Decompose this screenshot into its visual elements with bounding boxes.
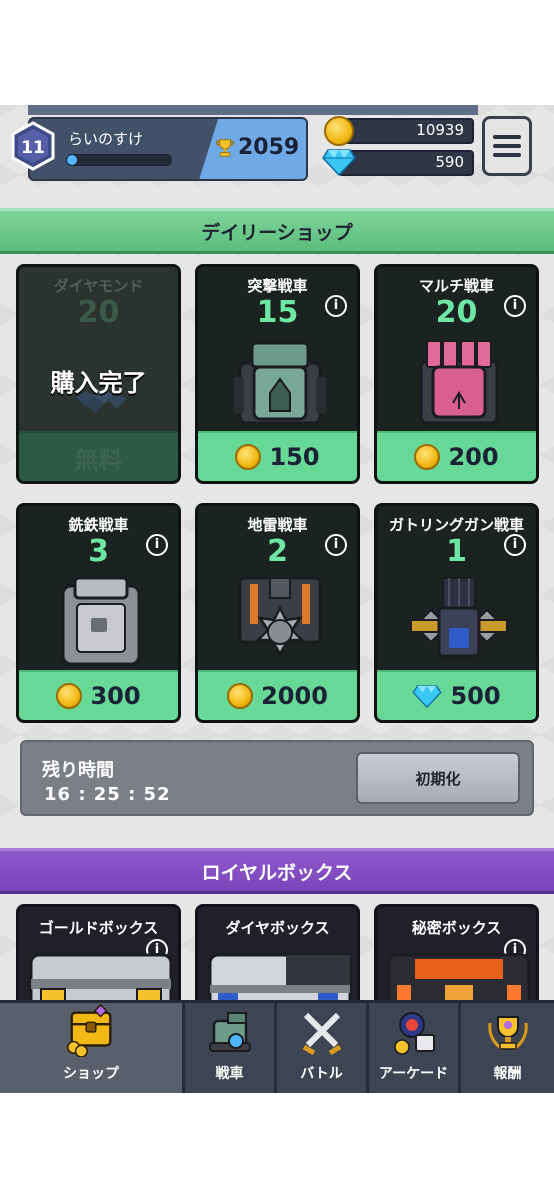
nav-tab-arcade[interactable]: アーケード bbox=[369, 1003, 461, 1093]
trophy-laurel-icon bbox=[487, 1016, 528, 1051]
item-name: マルチ戦車 bbox=[418, 277, 494, 295]
price-button[interactable]: 2000 bbox=[198, 670, 357, 720]
box-name: 秘密ボックス bbox=[411, 919, 502, 937]
sold-out-label: 購入完了 bbox=[50, 369, 147, 397]
info-icon[interactable]: i bbox=[504, 534, 526, 556]
level-number: 11 bbox=[21, 138, 45, 158]
level-hexagon-icon: 11 bbox=[11, 121, 55, 171]
level-badge[interactable]: 11 bbox=[8, 121, 58, 171]
xp-bar bbox=[66, 154, 172, 166]
gem-amount: 590 bbox=[435, 153, 464, 171]
item-name: 突撃戦車 bbox=[247, 277, 308, 295]
price-text: 2000 bbox=[261, 682, 328, 710]
mine-tank-icon bbox=[238, 576, 322, 657]
xp-fill bbox=[67, 155, 78, 165]
shop-item-gatling-tank[interactable]: ガトリングガン戦車 1 i 500 bbox=[374, 503, 539, 723]
price-text: 200 bbox=[448, 443, 499, 471]
info-icon[interactable]: i bbox=[325, 534, 347, 556]
nav-tab-battle[interactable]: バトル bbox=[277, 1003, 369, 1093]
coin-icon bbox=[414, 444, 441, 470]
shop-item-diamond[interactable]: ダイヤモンド 20 購入完了 無料 bbox=[16, 264, 181, 484]
screen-bottom bbox=[0, 1093, 554, 1200]
price-text: 300 bbox=[90, 682, 141, 710]
arcade-icon bbox=[393, 1012, 435, 1055]
secret-box-card[interactable]: 秘密ボックス i bbox=[374, 904, 539, 1014]
item-name: ガトリングガン戦車 bbox=[388, 516, 524, 534]
gold-box-card[interactable]: ゴールドボックス i bbox=[16, 904, 181, 1014]
nav-label: 報酬 bbox=[493, 1066, 522, 1082]
trophy-icon bbox=[215, 139, 235, 157]
info-icon[interactable]: i bbox=[325, 295, 347, 317]
shop-item-iron-tank[interactable]: 銑鉄戦車 3 i 300 bbox=[16, 503, 181, 723]
nav-label: バトル bbox=[300, 1066, 343, 1082]
price-button[interactable]: 300 bbox=[19, 670, 178, 720]
coin-icon bbox=[227, 683, 254, 709]
remaining-time-value: 16 : 25 : 52 bbox=[44, 784, 171, 805]
nav-label: 戦車 bbox=[215, 1066, 244, 1082]
nav-label: アーケード bbox=[378, 1066, 449, 1082]
price-button[interactable]: 500 bbox=[377, 670, 536, 720]
remaining-time-label: 残り時間 bbox=[42, 760, 114, 781]
diamond-box-card[interactable]: ダイヤボックス bbox=[195, 904, 360, 1014]
box-name: ダイヤボックス bbox=[225, 919, 330, 937]
menu-line bbox=[493, 135, 521, 139]
trophy-count: 2059 bbox=[238, 135, 300, 160]
nav-tab-shop[interactable]: ショップ bbox=[0, 1003, 185, 1093]
item-name: 地雷戦車 bbox=[247, 516, 308, 534]
item-name: 銑鉄戦車 bbox=[68, 516, 129, 534]
assault-tank-icon bbox=[234, 341, 326, 425]
info-icon[interactable]: i bbox=[146, 534, 168, 556]
bottom-navigation: ショップ 戦車 バトル アーケード 報酬 bbox=[0, 1000, 554, 1093]
nav-tab-tank[interactable]: 戦車 bbox=[185, 1003, 277, 1093]
nav-tab-rewards[interactable]: 報酬 bbox=[461, 1003, 554, 1093]
multi-tank-icon bbox=[419, 340, 499, 425]
item-name: ダイヤモンド bbox=[53, 277, 144, 295]
price-text: 150 bbox=[269, 443, 320, 471]
coin-icon bbox=[324, 116, 354, 146]
price-button[interactable]: 200 bbox=[377, 431, 536, 481]
reset-button[interactable]: 初期化 bbox=[356, 752, 520, 804]
price-button[interactable]: 150 bbox=[198, 431, 357, 481]
gem-icon bbox=[412, 685, 442, 708]
coin-icon bbox=[235, 444, 262, 470]
gem-icon bbox=[322, 149, 356, 176]
price-text: 無料 bbox=[74, 445, 123, 474]
refresh-timer-panel: 残り時間 16 : 25 : 52 初期化 bbox=[20, 740, 534, 816]
coin-icon bbox=[56, 683, 83, 709]
nav-label: ショップ bbox=[63, 1066, 119, 1082]
coin-counter[interactable]: 10939 bbox=[338, 118, 474, 144]
price-button[interactable]: 無料 bbox=[19, 431, 178, 481]
price-text: 500 bbox=[450, 682, 501, 710]
gem-counter[interactable]: 590 bbox=[338, 150, 474, 176]
shop-item-mine-tank[interactable]: 地雷戦車 2 i 2000 bbox=[195, 503, 360, 723]
crossed-swords-icon bbox=[302, 1012, 341, 1056]
daily-shop-banner: デイリーショップ bbox=[0, 208, 554, 254]
coin-amount: 10939 bbox=[416, 121, 464, 139]
box-name: ゴールドボックス bbox=[38, 919, 159, 937]
tank-icon bbox=[208, 1012, 251, 1052]
player-name: らいのすけ bbox=[68, 130, 144, 148]
info-icon[interactable]: i bbox=[504, 295, 526, 317]
royal-box-banner: ロイヤルボックス bbox=[0, 848, 554, 894]
top-strip bbox=[28, 105, 478, 115]
treasure-chest-icon bbox=[67, 1003, 112, 1057]
item-count: 20 bbox=[77, 295, 120, 330]
menu-button[interactable] bbox=[482, 116, 532, 176]
menu-line bbox=[493, 153, 521, 157]
shop-item-multi-tank[interactable]: マルチ戦車 20 i 200 bbox=[374, 264, 539, 484]
gatling-tank-icon bbox=[410, 577, 508, 658]
shop-item-assault-tank[interactable]: 突撃戦車 15 i 150 bbox=[195, 264, 360, 484]
menu-line bbox=[493, 144, 521, 148]
iron-tank-icon bbox=[61, 576, 141, 666]
